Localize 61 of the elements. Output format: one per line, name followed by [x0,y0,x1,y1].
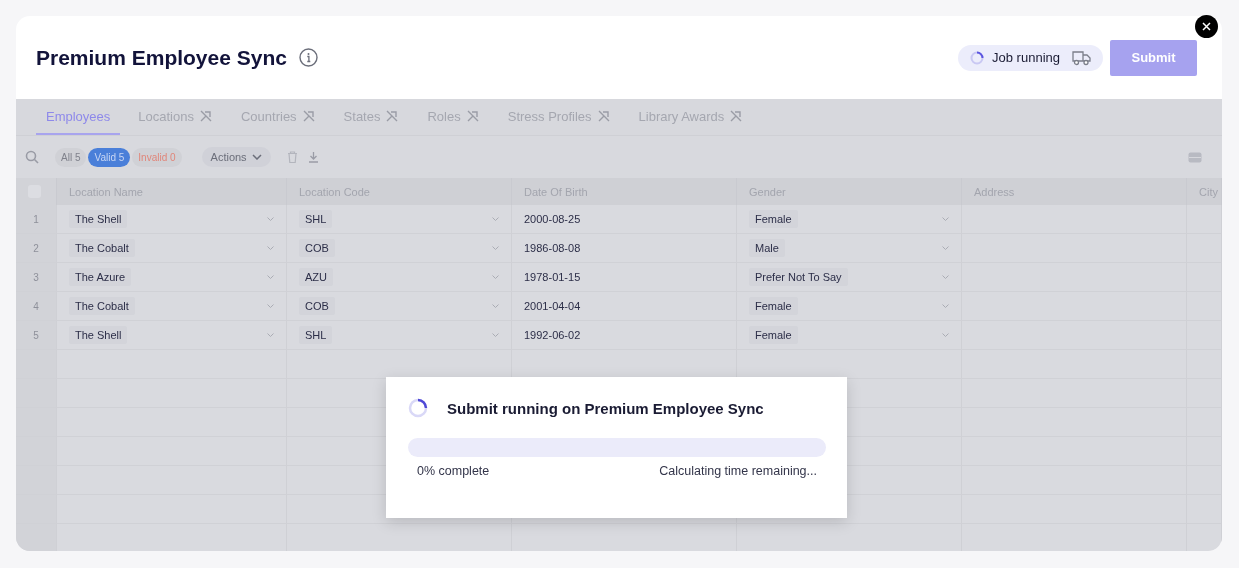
progress-percent: 0% complete [417,464,490,478]
caret-icon[interactable] [492,246,499,250]
truck-icon [1072,49,1091,66]
select-value[interactable]: The Shell [69,326,128,344]
caret-icon[interactable] [267,304,274,308]
search-icon[interactable] [25,150,39,164]
table-cell: 1992-06-02 [524,329,581,341]
select-value[interactable]: SHL [299,210,333,228]
select-value[interactable]: Prefer Not To Say [749,268,848,286]
select-value[interactable]: The Cobalt [69,239,135,257]
caret-icon[interactable] [492,333,499,337]
info-icon[interactable] [298,48,318,67]
table-cell: 1986-08-08 [524,242,581,254]
window-title: Premium Employee Sync [36,45,287,70]
row-number: 5 [16,321,57,350]
caret-icon[interactable] [267,275,274,279]
close-icon [1202,22,1211,31]
table-cell: 2000-08-25 [524,213,581,225]
trash-icon[interactable] [286,151,298,163]
unlink-icon [465,109,480,123]
caret-icon[interactable] [267,246,274,250]
row-number: 2 [16,234,57,263]
spinner-icon [970,50,985,65]
caret-icon[interactable] [492,217,499,221]
job-status-label: Job running [992,50,1060,65]
caret-icon[interactable] [942,246,949,250]
caret-icon[interactable] [267,217,274,221]
time-remaining: Calculating time remaining... [659,464,817,478]
unlink-icon [596,109,611,123]
caret-icon[interactable] [492,304,499,308]
spinner-icon [408,398,428,418]
select-value[interactable]: AZU [299,268,333,286]
caret-icon[interactable] [942,333,949,337]
caret-icon[interactable] [942,217,949,221]
table-cell: 2001-04-04 [524,300,581,312]
select-value[interactable]: COB [299,297,335,315]
unlink-icon [301,109,316,123]
select-value[interactable]: Female [749,210,798,228]
select-value[interactable]: The Cobalt [69,297,135,315]
select-value[interactable]: The Azure [69,268,132,286]
select-value[interactable]: SHL [299,326,333,344]
caret-icon [251,154,262,160]
unlink-icon [385,109,400,123]
select-value[interactable]: The Shell [69,210,128,228]
unlink-icon [198,109,213,123]
row-number: 1 [16,205,57,234]
unlink-icon [729,109,744,123]
caret-icon[interactable] [267,333,274,337]
row-number: 4 [16,292,57,321]
dialog-title: Submit running on Premium Employee Sync [447,399,764,417]
select-value[interactable]: COB [299,239,335,257]
row-number: 3 [16,263,57,292]
caret-icon[interactable] [942,275,949,279]
select-value[interactable]: Female [749,326,798,344]
select-value[interactable]: Female [749,297,798,315]
caret-icon[interactable] [492,275,499,279]
columns-icon[interactable] [1188,151,1202,163]
caret-icon[interactable] [942,304,949,308]
download-icon[interactable] [307,151,319,163]
select-value[interactable]: Male [749,239,785,257]
table-cell: 1978-01-15 [524,271,581,283]
